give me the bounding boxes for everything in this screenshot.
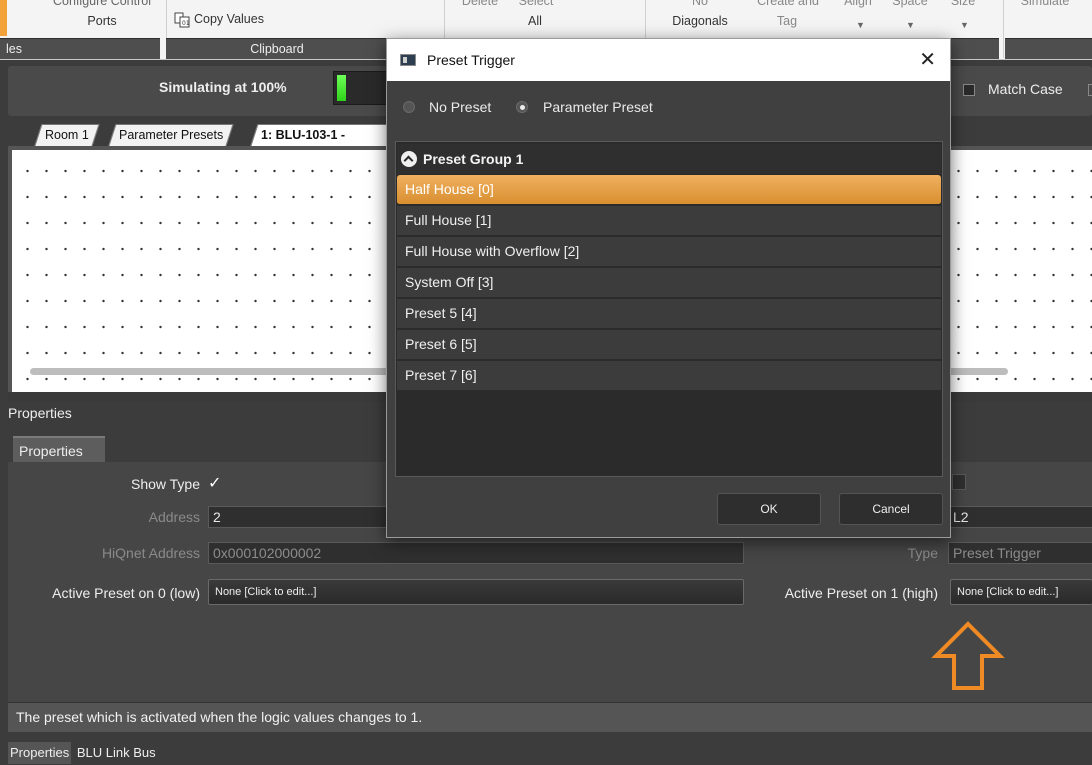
match-case-label: Match Case — [988, 81, 1063, 97]
list-item[interactable]: Full House [1] — [397, 206, 941, 236]
space-dropdown-icon[interactable]: ▼ — [906, 20, 915, 30]
properties-tab[interactable]: Properties — [13, 436, 105, 462]
name-field[interactable]: L2 — [948, 506, 1092, 528]
properties-header: Properties — [8, 405, 72, 421]
status-bar: The preset which is activated when the l… — [8, 702, 1092, 732]
list-item[interactable]: Full House with Overflow [2] — [397, 237, 941, 267]
option-checkbox[interactable] — [952, 474, 966, 490]
preset-trigger-dialog: Preset Trigger ✕ No Preset Parameter Pre… — [386, 38, 951, 538]
active-preset-high-button[interactable]: None [Click to edit...] — [950, 579, 1092, 605]
up-arrow-annotation-icon — [928, 620, 1008, 692]
select-button-top[interactable]: Select — [508, 0, 564, 8]
tab-room-1[interactable]: Room 1 — [34, 124, 100, 146]
address-field[interactable]: 2 — [208, 506, 388, 528]
copy-values-button[interactable]: Copy Values — [194, 12, 264, 26]
no-diagonals-button[interactable]: Diagonals — [664, 14, 736, 28]
active-preset-low-label: Active Preset on 0 (low) — [52, 585, 200, 601]
preset-group-header[interactable]: Preset Group 1 — [397, 144, 941, 174]
align-button[interactable]: Align — [838, 0, 878, 8]
align-dropdown-icon[interactable]: ▼ — [856, 20, 865, 30]
ribbon-accent — [0, 0, 7, 36]
active-preset-low-button[interactable]: None [Click to edit...] — [208, 579, 744, 605]
ribbon-separator — [1003, 0, 1004, 58]
dialog-title: Preset Trigger — [427, 52, 515, 68]
tab-label: Parameter Presets — [119, 128, 224, 142]
preset-group-label: Preset Group 1 — [423, 151, 524, 167]
select-all-button[interactable]: All — [520, 14, 550, 28]
bottom-tabs: Properties BLU Link Bus — [8, 742, 158, 765]
list-item[interactable]: Preset 6 [5] — [397, 330, 941, 360]
simulation-level-meter — [333, 71, 388, 105]
tag-button[interactable]: Tag — [772, 14, 802, 28]
tab-parameter-presets[interactable]: Parameter Presets — [108, 124, 234, 146]
match-case-checkbox[interactable] — [963, 84, 975, 96]
copy-values-icon: 01 — [173, 12, 191, 28]
close-icon[interactable]: ✕ — [919, 47, 936, 72]
no-diagonals-top[interactable]: No — [680, 0, 720, 8]
list-item[interactable]: System Off [3] — [397, 268, 941, 298]
no-preset-label[interactable]: No Preset — [429, 99, 491, 115]
hiqnet-address-field: 0x000102000002 — [208, 542, 744, 564]
ok-button[interactable]: OK — [717, 493, 821, 525]
address-label: Address — [148, 509, 200, 525]
horizontal-scrollbar[interactable] — [30, 368, 390, 375]
collapse-icon[interactable] — [401, 151, 417, 167]
window-icon — [400, 54, 416, 66]
horizontal-scrollbar-thumb[interactable] — [944, 368, 1008, 375]
hiqnet-address-label: HiQnet Address — [101, 545, 200, 561]
bottom-tab-properties[interactable]: Properties — [8, 742, 72, 764]
tab-blu-103[interactable]: 1: BLU-103-1 - — [250, 124, 398, 146]
configure-control-button-top[interactable]: Configure Control — [52, 0, 152, 8]
space-button[interactable]: Space — [890, 0, 930, 8]
simulation-status: Simulating at 100% — [159, 79, 287, 95]
show-type-checkbox[interactable]: ✓ — [208, 473, 221, 493]
type-label: Type — [907, 545, 938, 561]
size-dropdown-icon[interactable]: ▼ — [960, 20, 969, 30]
document-tabs: Room 1 Parameter Presets 1: BLU-103-1 - — [8, 124, 398, 146]
preset-list: Preset Group 1 Half House [0] Full House… — [395, 141, 943, 477]
dialog-title-bar: Preset Trigger ✕ — [387, 39, 950, 81]
tab-label: Room 1 — [45, 128, 89, 142]
create-and-tag-top[interactable]: Create and — [752, 0, 824, 8]
parameter-preset-radio[interactable] — [516, 101, 528, 113]
bottom-tab-blu-link-bus[interactable]: BLU Link Bus — [75, 742, 158, 764]
delete-button-top[interactable]: Delete — [455, 0, 505, 8]
ribbon-group-label — [951, 38, 999, 59]
ribbon-group-label — [1005, 38, 1092, 59]
ports-button[interactable]: Ports — [72, 14, 132, 28]
type-field: Preset Trigger — [948, 542, 1092, 564]
list-item[interactable]: Preset 5 [4] — [397, 299, 941, 329]
parameter-preset-label[interactable]: Parameter Preset — [543, 99, 653, 115]
ribbon-group-label: les — [0, 38, 160, 59]
list-item[interactable]: Preset 7 [6] — [397, 361, 941, 391]
clipboard-group-label: Clipboard — [166, 38, 388, 59]
no-preset-radio[interactable] — [403, 101, 415, 113]
active-preset-high-label: Active Preset on 1 (high) — [784, 585, 938, 601]
show-type-label: Show Type — [130, 476, 200, 492]
tab-label: 1: BLU-103-1 - — [261, 128, 346, 142]
size-button[interactable]: Size — [945, 0, 981, 8]
next-checkbox[interactable] — [1088, 84, 1092, 96]
svg-text:01: 01 — [182, 20, 190, 27]
cancel-button[interactable]: Cancel — [839, 493, 943, 525]
simulate-button[interactable]: Simulate — [1015, 0, 1075, 8]
list-item[interactable]: Half House [0] — [397, 175, 941, 205]
